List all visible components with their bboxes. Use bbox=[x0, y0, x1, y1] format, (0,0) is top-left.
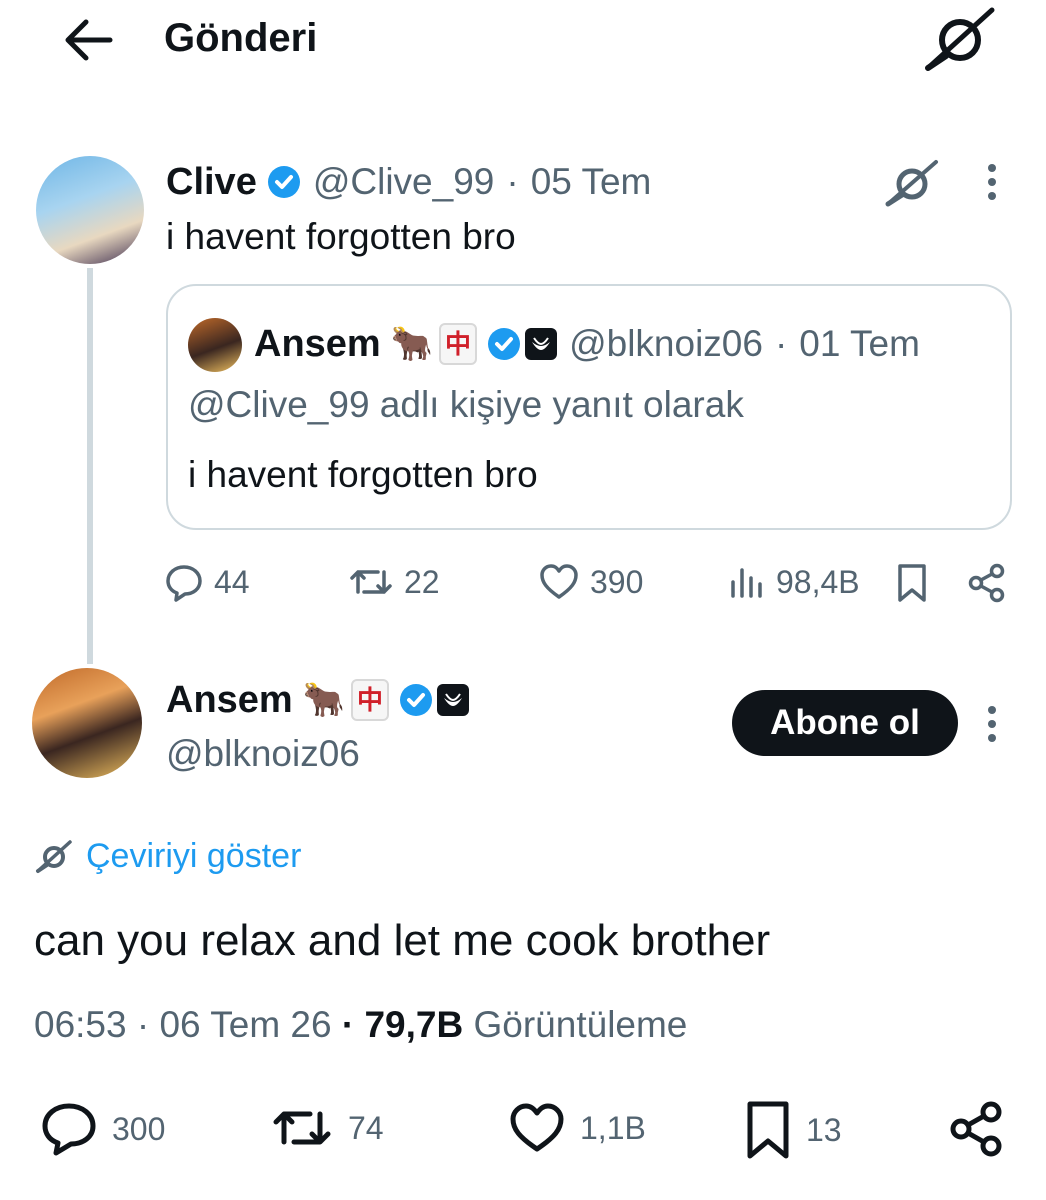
show-translation-label: Çeviriyi göster bbox=[86, 837, 302, 875]
tweet-meta: 06:53 · 06 Tem 26 · 79,7B Görüntüleme bbox=[34, 1002, 687, 1048]
repost-icon bbox=[273, 1111, 331, 1145]
share-button[interactable] bbox=[966, 562, 1018, 604]
avatar[interactable] bbox=[32, 668, 142, 778]
share-icon bbox=[950, 1101, 1002, 1157]
bookmark-icon bbox=[747, 1101, 789, 1159]
analytics-icon bbox=[731, 568, 762, 598]
heart-icon bbox=[510, 1103, 564, 1152]
verified-badge-icon bbox=[267, 165, 301, 199]
grok-icon bbox=[36, 840, 72, 873]
share-button[interactable] bbox=[948, 1100, 1020, 1158]
verified-badge-icon bbox=[487, 327, 521, 361]
arrow-left-icon[interactable] bbox=[60, 14, 120, 66]
views-button[interactable]: 98,4B bbox=[728, 562, 860, 602]
separator-dot: · bbox=[774, 323, 788, 364]
bookmark-button[interactable] bbox=[894, 562, 940, 604]
reply-count: 44 bbox=[214, 563, 250, 600]
author-handle[interactable]: @blknoiz06 bbox=[166, 732, 360, 776]
reply-button[interactable]: 44 bbox=[164, 562, 250, 602]
tweet-date[interactable]: 06 Tem 26 bbox=[159, 1004, 331, 1045]
like-count: 1,1B bbox=[580, 1109, 646, 1146]
thread-connector bbox=[87, 268, 93, 664]
tweet-time[interactable]: 06:53 bbox=[34, 1004, 127, 1045]
repost-count: 74 bbox=[348, 1109, 384, 1146]
reply-to-label: @Clive_99 adlı kişiye yanıt olarak bbox=[188, 384, 744, 425]
separator-dot: · bbox=[341, 1004, 355, 1045]
repost-icon bbox=[350, 570, 392, 594]
author-handle: @blknoiz06 bbox=[569, 323, 763, 364]
reply-icon bbox=[42, 1103, 96, 1156]
parent-tweet-header: Clive @Clive_99 · 05 Tem bbox=[166, 158, 651, 206]
mahjong-emoji: 中 bbox=[439, 323, 478, 365]
heart-icon bbox=[540, 564, 578, 599]
top-bar: Gönderi bbox=[0, 0, 1046, 110]
follow-button[interactable]: Abone ol bbox=[732, 690, 958, 756]
more-options-icon[interactable] bbox=[986, 162, 998, 202]
like-count: 390 bbox=[590, 563, 644, 600]
quoted-tweet-text: i havent forgotten bro bbox=[188, 454, 538, 495]
repost-count: 22 bbox=[404, 563, 440, 600]
tweet-text: i havent forgotten bro bbox=[166, 216, 516, 257]
tweet-text: can you relax and let me cook brother bbox=[34, 916, 771, 965]
verified-badge-icon bbox=[399, 683, 433, 717]
tweet-date[interactable]: 05 Tem bbox=[531, 161, 652, 203]
main-tweet-header: Ansem 🐂 中 bbox=[166, 676, 470, 724]
share-icon bbox=[968, 563, 1005, 603]
repost-button[interactable]: 74 bbox=[270, 1102, 384, 1154]
page-title: Gönderi bbox=[164, 16, 318, 60]
views-label: Görüntüleme bbox=[473, 1004, 688, 1045]
ox-emoji: 🐂 bbox=[390, 324, 434, 364]
tweet-date: 01 Tem bbox=[799, 323, 920, 364]
avatar[interactable] bbox=[36, 156, 144, 264]
separator-dot: · bbox=[136, 1004, 150, 1045]
quoted-tweet-header: Ansem 🐂 中 @blknoiz06 · 01 Tem bbox=[254, 320, 920, 368]
like-button[interactable]: 1,1B bbox=[508, 1102, 646, 1154]
show-translation-link[interactable]: Çeviriyi göster bbox=[34, 836, 301, 876]
author-name[interactable]: Clive bbox=[166, 160, 257, 204]
affiliate-badge-icon bbox=[525, 328, 558, 360]
grok-icon[interactable] bbox=[884, 158, 940, 208]
reply-icon bbox=[166, 565, 202, 602]
author-name[interactable]: Ansem bbox=[166, 678, 293, 722]
reply-button[interactable]: 300 bbox=[40, 1102, 165, 1156]
affiliate-badge-icon bbox=[437, 684, 470, 716]
grok-icon[interactable] bbox=[922, 6, 998, 72]
author-handle[interactable]: @Clive_99 bbox=[313, 161, 495, 203]
views-count: 98,4B bbox=[776, 563, 860, 600]
bookmark-count: 13 bbox=[806, 1111, 842, 1148]
bookmark-button[interactable]: 13 bbox=[744, 1100, 842, 1160]
more-options-icon[interactable] bbox=[986, 704, 998, 744]
like-button[interactable]: 390 bbox=[538, 562, 643, 602]
mahjong-emoji: 中 bbox=[351, 679, 390, 721]
author-name: Ansem bbox=[254, 323, 381, 365]
bookmark-icon bbox=[898, 564, 926, 602]
separator-dot: · bbox=[506, 161, 519, 202]
reply-count: 300 bbox=[112, 1110, 166, 1147]
avatar bbox=[188, 318, 242, 372]
ox-emoji: 🐂 bbox=[302, 680, 346, 720]
repost-button[interactable]: 22 bbox=[348, 562, 440, 602]
views-count[interactable]: 79,7B bbox=[364, 1004, 463, 1045]
